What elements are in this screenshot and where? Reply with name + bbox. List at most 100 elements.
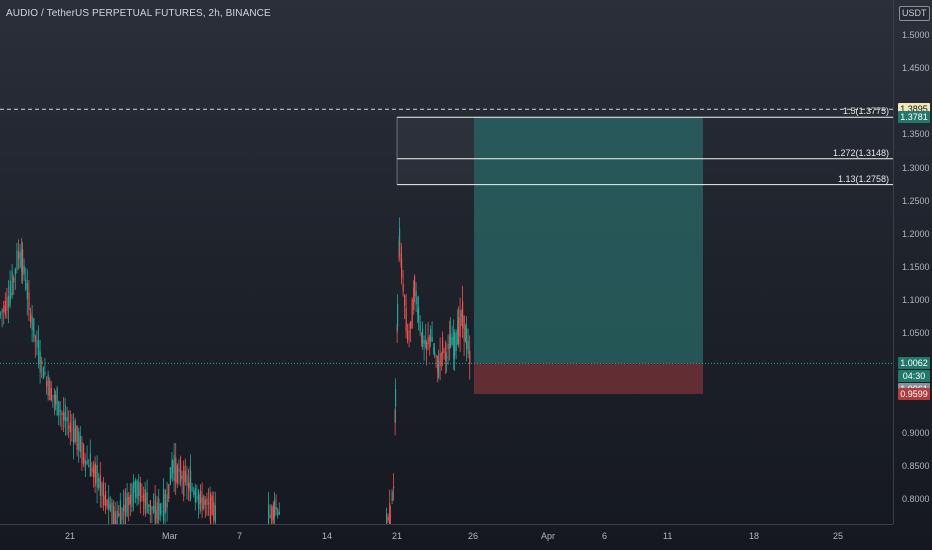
candle-body [194, 488, 196, 503]
time-tick: 6 [602, 531, 608, 541]
candle-body [66, 417, 68, 422]
candle-body [4, 300, 6, 315]
fib-label: 1.5(1.3775) [842, 106, 889, 117]
candle-body [193, 490, 195, 495]
candle-body [188, 482, 190, 489]
candle-body [397, 303, 399, 328]
time-axis[interactable]: 21 Mar 7 14 21 26 Apr 6 11 18 25 [0, 524, 893, 550]
candle-body [34, 335, 36, 342]
candle-body [103, 482, 105, 506]
candle-body [116, 510, 118, 524]
candle-body [30, 312, 32, 323]
price-tick: 1.4500 [902, 63, 930, 74]
candle-body [427, 337, 429, 345]
candle-body [268, 505, 270, 524]
candle-body [0, 313, 2, 315]
candle-body [18, 252, 20, 259]
candle-body [111, 502, 113, 524]
candle-body [59, 410, 61, 412]
candle-body [434, 351, 436, 355]
candle-body [431, 337, 433, 342]
candle-body [176, 465, 178, 483]
price-tick: 1.3500 [902, 129, 930, 140]
candle-body [443, 351, 445, 353]
candle-body [211, 495, 213, 515]
candle-body [455, 331, 457, 351]
candle-body [393, 486, 395, 489]
candle-body [401, 258, 403, 278]
candle-body [451, 336, 453, 345]
candle-body [146, 492, 148, 513]
price-tick: 1.5000 [902, 30, 930, 40]
fib-label: 1.13(1.2758) [837, 173, 889, 184]
candle-body [390, 515, 392, 517]
candle-body [41, 360, 43, 365]
candle-body [201, 497, 203, 510]
candle-body [78, 431, 80, 451]
candle-body [91, 467, 93, 473]
candle-body [153, 506, 155, 513]
candle-body [190, 470, 192, 499]
candle-body [454, 333, 456, 356]
candle-body [65, 417, 67, 421]
currency-badge[interactable]: USDT [899, 6, 930, 21]
candle-body [466, 328, 468, 350]
candle-body [46, 380, 48, 387]
candle-body [151, 506, 153, 510]
candle-body [47, 374, 49, 396]
candle-body [165, 503, 167, 512]
time-tick: 21 [65, 531, 76, 541]
candle-body [136, 480, 138, 500]
candle-body [399, 228, 401, 245]
candle-body [175, 457, 177, 485]
time-tick: 14 [322, 531, 333, 541]
candle-body [113, 505, 115, 524]
candle-body [106, 500, 108, 508]
candle-body [169, 467, 171, 485]
candle-body [469, 350, 471, 364]
candle-body [158, 498, 160, 520]
candle-body [133, 482, 135, 503]
candle-body [49, 380, 51, 401]
candle-body [139, 482, 141, 502]
candle-body [387, 517, 389, 521]
time-tick: 18 [749, 531, 760, 541]
candle-body [166, 494, 168, 508]
candle-body [126, 493, 128, 517]
candle-body [168, 484, 170, 500]
candle-body [55, 394, 57, 405]
candle-body [161, 511, 163, 513]
time-tick: 25 [833, 531, 844, 541]
candle-body [95, 465, 97, 483]
candle-body [123, 505, 125, 512]
candle-body [463, 315, 465, 341]
candle-body [56, 387, 58, 415]
candle-body [75, 425, 77, 442]
candle-body [138, 481, 140, 496]
candle-body [52, 395, 54, 397]
price-axis[interactable]: 1.5000 1.4500 1.3500 1.3000 1.2500 1.2000 1.15… [893, 0, 932, 524]
candle-body [467, 340, 469, 354]
candle-body [159, 504, 161, 515]
chart-area[interactable]: AUDIO / TetherUS PERPETUAL FUTURES, 2h, … [0, 0, 893, 524]
candle-body [1, 309, 3, 313]
candle-body [203, 495, 205, 509]
candle-body [73, 420, 75, 443]
candle-body [459, 309, 461, 337]
candle-body [125, 497, 127, 513]
candle-body [149, 500, 151, 515]
candle-body [410, 321, 412, 329]
candle-body [76, 425, 78, 450]
candle-body [391, 491, 393, 501]
candle-body [83, 444, 85, 465]
candle-body [411, 299, 413, 329]
price-tick: 1.2500 [902, 195, 930, 206]
candle-body [68, 426, 70, 429]
candle-body [101, 483, 103, 497]
candle-body [85, 462, 87, 465]
candle-body [181, 475, 183, 479]
candle-body [145, 492, 147, 505]
price-chart[interactable] [0, 0, 893, 524]
candle-body [109, 503, 111, 511]
time-tick: Mar [162, 531, 178, 541]
